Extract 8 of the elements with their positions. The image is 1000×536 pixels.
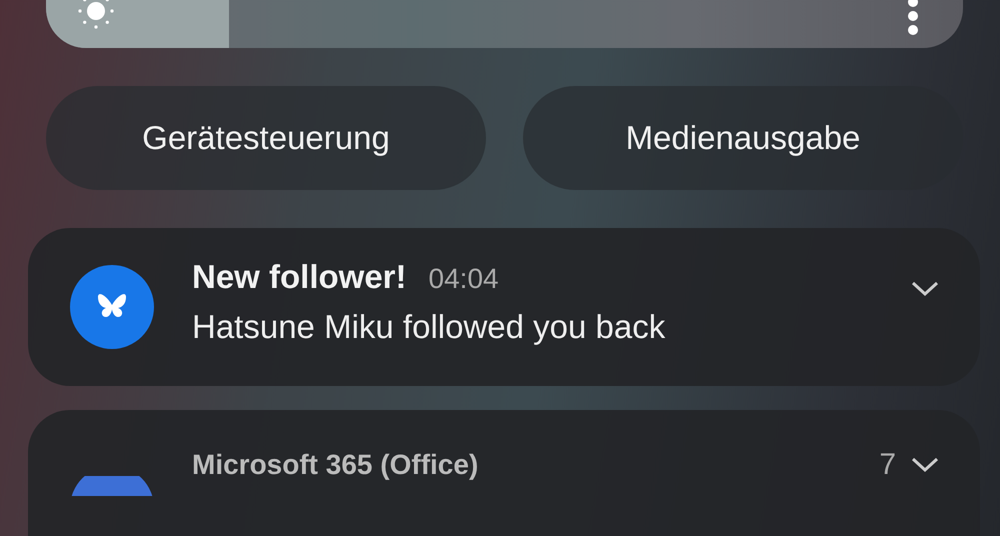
notification-text: Hatsune Miku followed you back [192, 308, 666, 346]
notification-time: 04:04 [428, 263, 499, 296]
app-name: Microsoft 365 (Office) [192, 449, 480, 482]
notification-title: New follower! [192, 258, 407, 296]
notification-count: 7 [879, 448, 896, 482]
quick-button[interactable]: Gerätesteuerung [46, 86, 486, 190]
notification-card[interactable]: Microsoft 365 (Office) 7 [28, 410, 980, 536]
notification-card[interactable]: New follower! 04:04 Hatsune Miku followed you back [28, 228, 980, 386]
